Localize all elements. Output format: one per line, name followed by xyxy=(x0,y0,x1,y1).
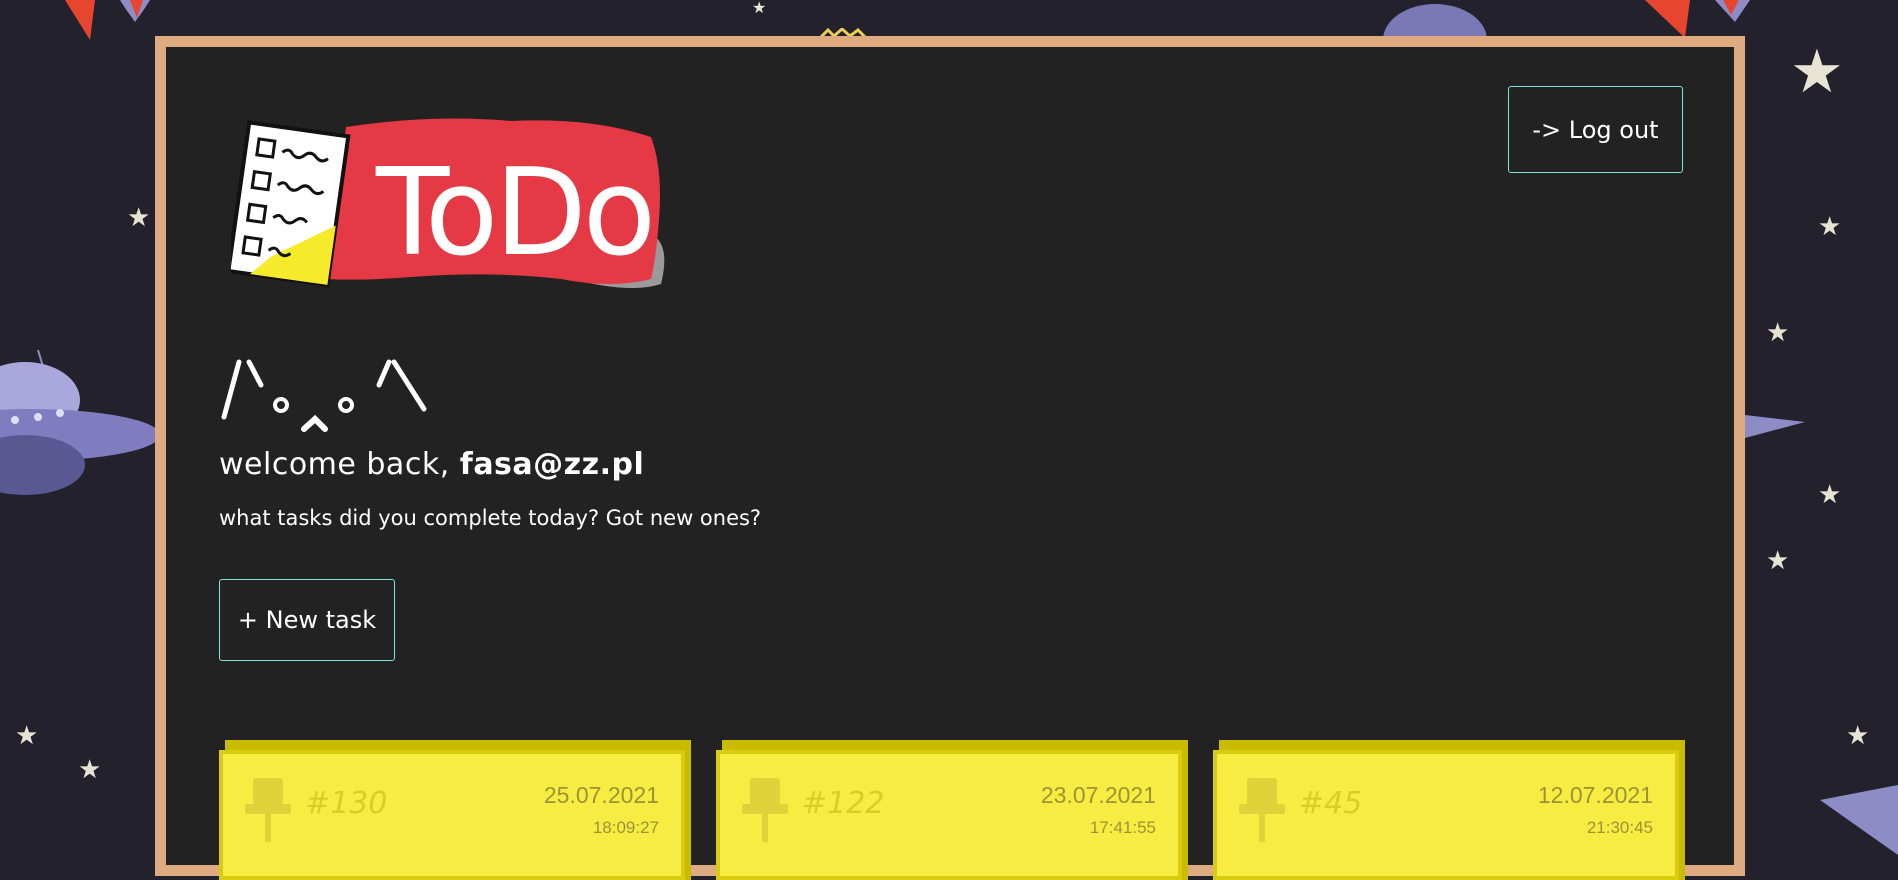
welcome-prefix: welcome back, xyxy=(219,447,460,482)
task-time: 17:41:55 xyxy=(1089,818,1156,837)
task-date: 25.07.2021 xyxy=(543,782,659,808)
main-board: ToDo -> Log out welcome back, fasa@zz.pl… xyxy=(155,36,1745,880)
welcome-heading: welcome back, fasa@zz.pl xyxy=(219,447,644,482)
task-card[interactable]: #45 12.07.2021 21:30:45 xyxy=(1213,740,1685,880)
task-card[interactable]: #122 23.07.2021 17:41:55 xyxy=(716,740,1188,880)
task-list: #130 25.07.2021 18:09:27 #122 23.07.2021… xyxy=(219,740,1689,880)
star-icon: ★ xyxy=(127,203,151,233)
app-logo: ToDo xyxy=(226,109,671,299)
task-id: #130 xyxy=(305,786,388,821)
task-id: #122 xyxy=(802,786,885,821)
cat-face xyxy=(219,347,449,437)
pin-icon xyxy=(1239,778,1285,842)
star-icon: ★ xyxy=(15,721,39,751)
user-email: fasa@zz.pl xyxy=(459,447,645,482)
pin-icon xyxy=(245,778,291,842)
star-icon: ★ xyxy=(1818,212,1842,242)
task-time: 18:09:27 xyxy=(592,818,659,837)
star-icon: ★ xyxy=(1818,480,1842,510)
star-icon: ★ xyxy=(1766,546,1790,576)
rocket-icon xyxy=(65,0,150,40)
star-icon: ★ xyxy=(1766,318,1790,348)
logo-text: ToDo xyxy=(375,144,652,283)
star-icon: ★ xyxy=(78,755,102,785)
ufo-icon xyxy=(0,349,160,495)
star-icon: ★ xyxy=(1790,37,1844,107)
planet-icon xyxy=(1383,4,1487,40)
ship-icon xyxy=(1745,415,1805,438)
star-icon: ★ xyxy=(752,0,767,17)
logout-button[interactable]: -> Log out xyxy=(1508,86,1683,173)
task-date: 23.07.2021 xyxy=(1040,782,1156,808)
new-task-button[interactable]: + New task xyxy=(219,579,395,661)
star-icon: ★ xyxy=(1846,721,1870,751)
subtitle: what tasks did you complete today? Got n… xyxy=(219,506,762,530)
ship-icon xyxy=(1820,785,1898,855)
task-time: 21:30:45 xyxy=(1586,818,1653,837)
task-date: 12.07.2021 xyxy=(1537,782,1653,808)
task-card[interactable]: #130 25.07.2021 18:09:27 xyxy=(219,740,691,880)
task-id: #45 xyxy=(1299,786,1363,821)
pin-icon xyxy=(742,778,788,842)
